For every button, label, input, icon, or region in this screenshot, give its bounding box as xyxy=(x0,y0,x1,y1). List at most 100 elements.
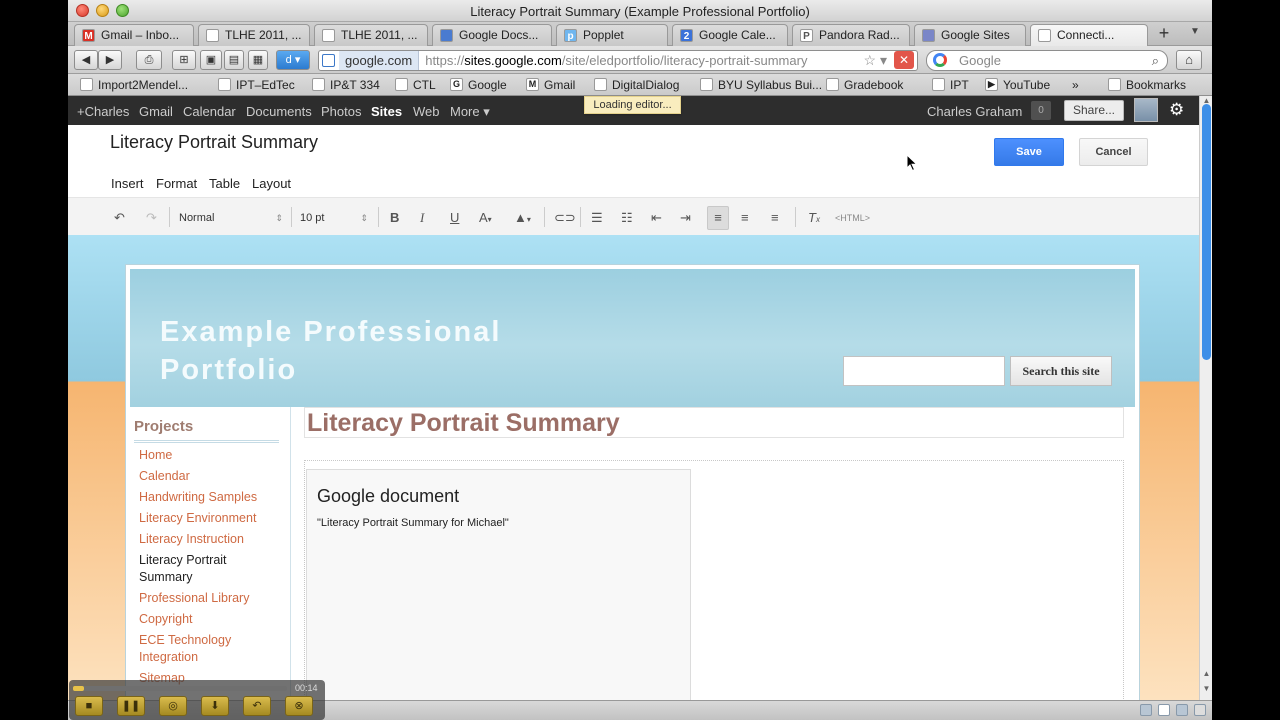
pause-icon[interactable]: ❚❚ xyxy=(117,696,145,716)
bookmark-item[interactable]: DigitalDialog xyxy=(594,77,679,93)
back-button[interactable]: ◀ xyxy=(74,50,98,70)
cancel-button[interactable]: Cancel xyxy=(1079,138,1148,166)
loop-icon[interactable]: ◎ xyxy=(159,696,187,716)
bookmark-item[interactable]: BYU Syllabus Bui... xyxy=(700,77,822,93)
tab[interactable]: P Pandora Rad... xyxy=(792,24,910,46)
stop-playback-icon[interactable]: ■ xyxy=(75,696,103,716)
status-snowflake-icon[interactable] xyxy=(1158,704,1170,716)
tab-overflow-icon[interactable]: ▼ xyxy=(1190,26,1200,37)
notification-count[interactable]: 0 xyxy=(1031,101,1051,120)
bookmark-item[interactable]: G Google xyxy=(450,77,507,93)
bookmark-item[interactable]: Gradebook xyxy=(826,77,903,93)
stop-icon[interactable]: ✕ xyxy=(894,51,914,69)
indent-less-icon[interactable]: ⇤ xyxy=(651,209,662,227)
indent-more-icon[interactable]: ⇥ xyxy=(680,209,691,227)
sidebar-nav-item[interactable]: Home xyxy=(139,447,279,464)
new-tab-button[interactable]: + xyxy=(1152,24,1176,44)
save-button[interactable]: Save xyxy=(994,138,1064,166)
bookmark-item[interactable]: IPT xyxy=(932,77,969,93)
bookmark-item[interactable]: CTL xyxy=(395,77,436,93)
bookmark-item[interactable]: Bookmarks xyxy=(1108,77,1186,93)
user-name[interactable]: Charles Graham xyxy=(927,104,1022,119)
gear-icon[interactable]: ⚙ xyxy=(1169,100,1184,120)
gbar-link[interactable]: Documents xyxy=(246,104,312,119)
scroll-up-icon[interactable]: ▲ xyxy=(1200,669,1212,678)
bookmark-item[interactable]: ▶ YouTube xyxy=(985,77,1050,93)
home-icon[interactable]: ⌂ xyxy=(1176,50,1202,70)
align-left-icon[interactable]: ≡ xyxy=(707,206,729,230)
bookmark-star-icon[interactable]: ☆ ▾ xyxy=(864,51,887,70)
page-title[interactable]: Literacy Portrait Summary xyxy=(307,408,620,438)
menu-table[interactable]: Table xyxy=(209,176,240,191)
search-field[interactable]: Google ⌕ xyxy=(926,50,1168,71)
tab[interactable]: p Popplet xyxy=(556,24,668,46)
menu-insert[interactable]: Insert xyxy=(111,176,144,191)
sidebar-nav-item[interactable]: Literacy Instruction xyxy=(139,531,279,548)
gbar-link[interactable]: Gmail xyxy=(139,104,173,119)
clear-formatting-icon[interactable]: Tx xyxy=(808,209,820,227)
numbered-list-icon[interactable]: ☰ xyxy=(591,209,603,227)
content-area[interactable]: Google document "Literacy Portrait Summa… xyxy=(304,460,1124,720)
avatar[interactable] xyxy=(1134,98,1158,122)
tab[interactable]: TLHE 2011, ... xyxy=(198,24,310,46)
align-right-icon[interactable]: ≡ xyxy=(771,209,779,227)
html-button[interactable]: <HTML> xyxy=(835,209,870,227)
briefcase-icon[interactable]: ▦ xyxy=(248,50,268,70)
gbar-link[interactable]: Web xyxy=(413,104,440,119)
bold-icon[interactable]: B xyxy=(390,209,399,227)
tab[interactable]: TLHE 2011, ... xyxy=(314,24,428,46)
sidebar-nav-item[interactable]: Handwriting Samples xyxy=(139,489,279,506)
google-search-icon[interactable] xyxy=(933,53,947,67)
italic-icon[interactable]: I xyxy=(420,209,424,227)
tab[interactable]: Google Sites xyxy=(914,24,1026,46)
print-icon[interactable]: ⎙ xyxy=(136,50,162,70)
sidebar-nav-item[interactable]: Professional Library xyxy=(139,590,279,607)
page-title-box[interactable]: Literacy Portrait Summary xyxy=(304,407,1124,438)
align-center-icon[interactable]: ≡ xyxy=(741,209,749,227)
tab[interactable]: Connecti... xyxy=(1030,24,1148,46)
rewind-icon[interactable]: ↶ xyxy=(243,696,271,716)
search-this-site-button[interactable]: Search this site xyxy=(1010,356,1112,386)
screenshot-icon[interactable]: ▣ xyxy=(200,50,222,70)
download-icon[interactable]: ⬇ xyxy=(201,696,229,716)
bookmark-item[interactable]: M Gmail xyxy=(526,77,575,93)
address-bar[interactable]: google.com https://sites.google.com/site/… xyxy=(318,50,918,71)
bookmark-item[interactable]: IPT–EdTec xyxy=(218,77,295,93)
text-color-icon[interactable]: A▾ xyxy=(479,209,492,227)
status-addon-icon[interactable] xyxy=(1140,704,1152,716)
search-icon[interactable]: ⌕ xyxy=(1152,51,1159,70)
menu-format[interactable]: Format xyxy=(156,176,197,191)
sidebar-nav-item[interactable]: Literacy Portrait Summary xyxy=(139,552,279,586)
tab[interactable]: Google Docs... xyxy=(432,24,552,46)
resize-grip-icon[interactable] xyxy=(1194,704,1206,716)
site-search-input[interactable] xyxy=(843,356,1005,386)
bookmark-item[interactable]: Import2Mendel... xyxy=(80,77,188,93)
status-mail-icon[interactable] xyxy=(1176,704,1188,716)
editor-page-title[interactable]: Literacy Portrait Summary xyxy=(110,132,318,153)
forward-button[interactable]: ▶ xyxy=(98,50,122,70)
site-title[interactable]: Example Professional Portfolio xyxy=(160,313,580,389)
underline-icon[interactable]: U xyxy=(450,209,459,227)
vertical-scrollbar[interactable]: ▲ ▲ ▼ xyxy=(1199,96,1212,700)
style-dropdown[interactable]: Normal ⇕ xyxy=(179,208,283,228)
close-player-icon[interactable]: ⊗ xyxy=(285,696,313,716)
share-button[interactable]: Share... xyxy=(1064,100,1124,121)
sidebar-nav-item[interactable]: Calendar xyxy=(139,468,279,485)
add-bookmark-icon[interactable]: ⊞ xyxy=(172,50,196,70)
highlight-color-icon[interactable]: ▲▾ xyxy=(514,209,531,227)
tab[interactable]: 2 Google Cale... xyxy=(672,24,788,46)
bookmarks-overflow-icon[interactable]: » xyxy=(1072,77,1079,93)
redo-icon[interactable]: ↷ xyxy=(146,209,157,227)
bulleted-list-icon[interactable]: ☷ xyxy=(621,209,633,227)
menu-layout[interactable]: Layout xyxy=(252,176,291,191)
scroll-thumb[interactable] xyxy=(1202,104,1211,360)
gbar-link[interactable]: More ▾ xyxy=(450,104,490,120)
zotero-icon[interactable]: ▤ xyxy=(224,50,244,70)
font-size-dropdown[interactable]: 10 pt ⇕ xyxy=(300,208,368,228)
tab[interactable]: M Gmail – Inbo... xyxy=(74,24,194,46)
gbar-link[interactable]: Sites xyxy=(371,104,402,119)
gbar-link[interactable]: +Charles xyxy=(77,104,129,119)
sidebar-nav-item[interactable]: Literacy Environment xyxy=(139,510,279,527)
sidebar-nav-item[interactable]: Copyright xyxy=(139,611,279,628)
bookmark-item[interactable]: IP&T 334 xyxy=(312,77,380,93)
